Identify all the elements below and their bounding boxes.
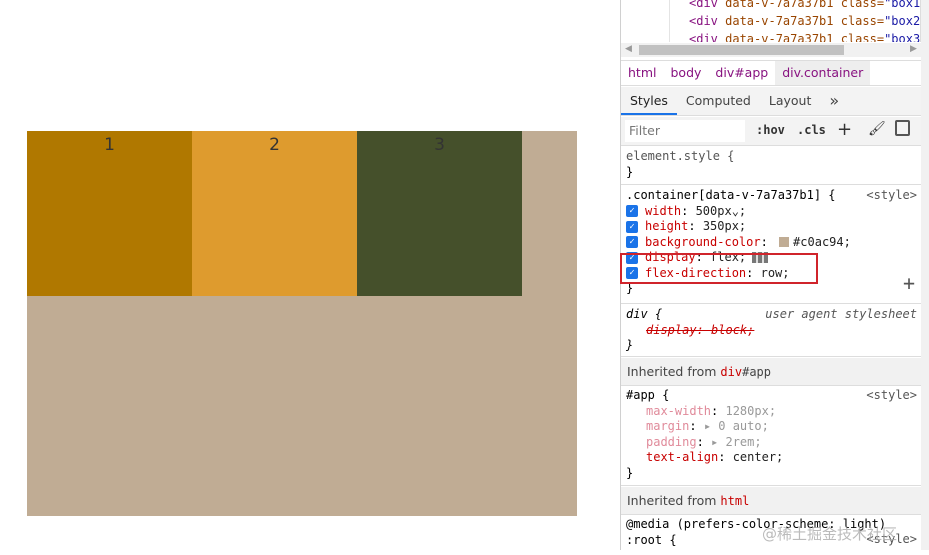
- element-style-rule: element.style { }: [621, 147, 921, 185]
- vertical-scrollbar[interactable]: [921, 0, 929, 550]
- add-property-icon[interactable]: +: [903, 273, 915, 292]
- rule-close: }: [626, 465, 634, 480]
- highlight-annotation-box: [620, 253, 818, 284]
- prop-max-width: max-width: 1280px;: [646, 403, 777, 418]
- app-rule: <style> #app { max-width: 1280px; margin…: [621, 386, 921, 486]
- new-rule-icon[interactable]: +: [837, 119, 852, 140]
- scroll-right-icon[interactable]: ▶: [910, 44, 917, 54]
- element-style-selector[interactable]: element.style {: [626, 149, 916, 165]
- prop-text-align: text-align: center;: [646, 450, 784, 464]
- prop-height: ✓ height: 350px;: [626, 219, 916, 235]
- user-agent-rule: user agent stylesheet div { display: blo…: [621, 305, 921, 357]
- paint-brush-icon[interactable]: 🖌: [868, 121, 886, 137]
- rule-source[interactable]: <style>: [866, 188, 917, 204]
- toggle-sidebar-icon[interactable]: [895, 120, 910, 136]
- rule-source[interactable]: <style>: [866, 388, 917, 404]
- breadcrumb-app[interactable]: div#app: [708, 61, 775, 85]
- tree-node[interactable]: <div data-v-7a7a37b1 class="box1": [689, 0, 920, 10]
- hov-button[interactable]: :hov: [756, 123, 785, 137]
- tab-computed[interactable]: Computed: [677, 87, 760, 115]
- cls-button[interactable]: .cls: [797, 123, 826, 137]
- horizontal-scrollbar[interactable]: ◀ ▶: [621, 43, 921, 57]
- prop-padding: padding: ▸ 2rem;: [646, 434, 762, 449]
- breadcrumb-html[interactable]: html: [621, 61, 663, 85]
- prop-width: ✓ width: 500px⌄;: [626, 204, 916, 220]
- elements-tree: <div data-v-7a7a37b1 class="box1" <div d…: [621, 0, 921, 42]
- tab-layout[interactable]: Layout: [760, 87, 821, 115]
- checkbox[interactable]: ✓: [626, 220, 638, 233]
- rule-close: }: [626, 164, 634, 179]
- overridden-prop: display: block;: [646, 322, 755, 337]
- panel-tabs: Styles Computed Layout »: [621, 87, 929, 116]
- breadcrumb-container[interactable]: div.container: [775, 61, 871, 85]
- checkbox[interactable]: ✓: [626, 236, 638, 249]
- color-swatch[interactable]: [779, 237, 790, 248]
- box-2: 2: [192, 131, 357, 296]
- prop-margin: margin: ▸ 0 auto;: [646, 419, 769, 433]
- prop-background-color: ✓ background-color: #c0ac94;: [626, 235, 916, 251]
- inherited-header-app: Inherited from div#app: [621, 358, 921, 386]
- inherited-link[interactable]: html: [720, 494, 749, 508]
- breadcrumb-body[interactable]: body: [663, 61, 708, 85]
- watermark: @稀土掘金技术社区: [762, 525, 898, 543]
- box-3: 3: [357, 131, 522, 296]
- inherited-header-html: Inherited from html: [621, 487, 921, 515]
- inherited-link[interactable]: div#app: [720, 365, 771, 379]
- rule-source: user agent stylesheet: [765, 307, 917, 321]
- flex-container: 1 2 3: [27, 131, 577, 516]
- scroll-left-icon[interactable]: ◀: [625, 44, 632, 54]
- breadcrumb: html body div#app div.container: [621, 60, 929, 86]
- tab-styles[interactable]: Styles: [621, 87, 677, 115]
- tree-node[interactable]: <div data-v-7a7a37b1 class="box2": [689, 14, 920, 28]
- filter-input[interactable]: Filter: [625, 120, 745, 142]
- box-1: 1: [27, 131, 192, 296]
- more-tabs-icon[interactable]: »: [820, 87, 848, 115]
- tree-node[interactable]: <div data-v-7a7a37b1 class="box3": [689, 32, 920, 42]
- container-rule: <style> .container[data-v-7a7a37b1] { ✓ w…: [621, 186, 921, 304]
- scrollbar-thumb[interactable]: [639, 45, 844, 55]
- filter-bar: Filter :hov .cls + 🖌: [621, 117, 929, 146]
- rule-close: }: [626, 338, 634, 352]
- checkbox[interactable]: ✓: [626, 205, 638, 218]
